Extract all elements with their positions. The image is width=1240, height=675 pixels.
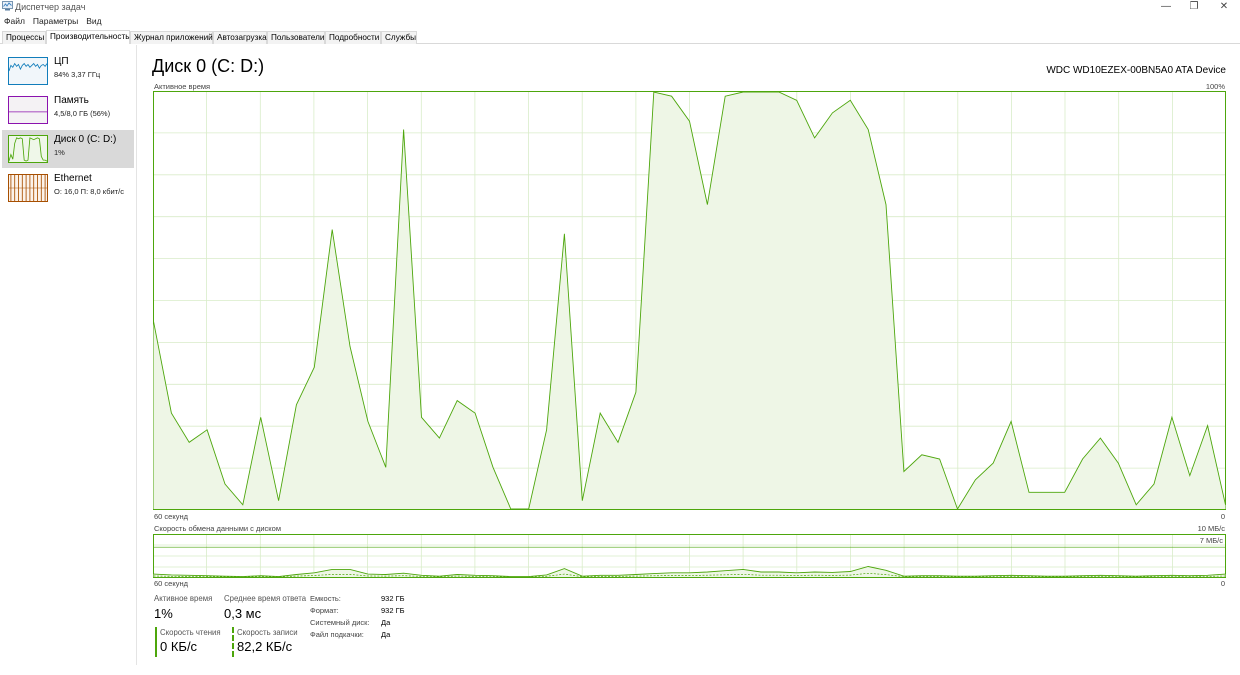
system-disk-value: Да <box>381 618 391 627</box>
title-bar: Диспетчер задач — ❐ ✕ <box>0 0 1240 14</box>
active-time-chart <box>153 91 1226 510</box>
write-speed-label: Скорость записи <box>237 628 298 637</box>
active-time-min-label: 0 <box>1220 512 1225 521</box>
resource-cpu[interactable]: ЦП 84% 3,37 ГГц <box>2 52 134 90</box>
cpu-thumbnail-graph <box>8 57 48 85</box>
menu-bar: Файл Параметры Вид <box>0 15 106 28</box>
write-speed-block: Скорость записи 82,2 КБ/с <box>232 627 306 657</box>
tab-services[interactable]: Службы <box>381 31 417 44</box>
page-file-value: Да <box>381 630 391 639</box>
read-speed-value: 0 КБ/с <box>160 639 198 654</box>
ethernet-thumbnail-graph <box>8 174 48 202</box>
resource-disk-0[interactable]: Диск 0 (C: D:) 1% <box>2 130 134 168</box>
device-name: WDC WD10EZEX-00BN5A0 ATA Device <box>1046 65 1226 76</box>
system-disk-key: Системный диск: <box>310 618 370 627</box>
read-speed-block: Скорость чтения 0 КБ/с <box>155 627 225 657</box>
response-time-stat-value: 0,3 мс <box>224 606 262 621</box>
transfer-max-label: 10 МБ/с <box>1197 524 1225 533</box>
transfer-chart-label: Скорость обмена данными с диском <box>154 524 281 533</box>
page-file-key: Файл подкачки: <box>310 630 364 639</box>
active-time-stat-value: 1% <box>154 606 173 621</box>
maximize-button[interactable]: ❐ <box>1180 0 1208 14</box>
capacity-value: 932 ГБ <box>381 594 405 603</box>
transfer-sub-label: 7 МБ/с <box>1199 536 1223 545</box>
resource-name: Диск 0 (C: D:) <box>54 134 117 145</box>
resource-name: Память <box>54 95 89 106</box>
thumbnail-area <box>9 63 47 84</box>
active-time-xaxis-label: 60 секунд <box>154 512 188 521</box>
menu-file[interactable]: Файл <box>0 15 29 28</box>
tab-app-history[interactable]: Журнал приложений <box>130 31 213 44</box>
disk-thumbnail-graph <box>8 135 48 163</box>
resource-list: ЦП 84% 3,37 ГГц Память 4,5/8,0 ГБ (56%) … <box>0 45 137 665</box>
resource-ethernet[interactable]: Ethernet О: 16,0 П: 8,0 кбит/с <box>2 169 134 207</box>
minimize-button[interactable]: — <box>1152 0 1180 14</box>
tab-processes[interactable]: Процессы <box>2 31 46 44</box>
thumbnail-area <box>9 111 47 123</box>
resource-memory[interactable]: Память 4,5/8,0 ГБ (56%) <box>2 91 134 129</box>
menu-view[interactable]: Вид <box>82 15 105 28</box>
tab-details[interactable]: Подробности <box>325 31 381 44</box>
menu-options[interactable]: Параметры <box>29 15 82 28</box>
memory-thumbnail-graph <box>8 96 48 124</box>
format-key: Формат: <box>310 606 339 615</box>
close-button[interactable]: ✕ <box>1210 0 1238 14</box>
format-value: 932 ГБ <box>381 606 405 615</box>
resource-name: ЦП <box>54 56 69 67</box>
resource-detail: 84% 3,37 ГГц <box>54 70 101 79</box>
resource-detail: 4,5/8,0 ГБ (56%) <box>54 109 111 118</box>
tab-users[interactable]: Пользователи <box>267 31 325 44</box>
active-time-max-label: 100% <box>1205 82 1225 91</box>
response-time-stat-label: Среднее время ответа <box>224 594 307 603</box>
read-speed-label: Скорость чтения <box>160 628 221 637</box>
resource-name: Ethernet <box>54 173 92 184</box>
transfer-xaxis-label: 60 секунд <box>154 579 188 588</box>
page-title: Диск 0 (C: D:) <box>152 56 265 76</box>
task-manager-icon <box>2 1 13 11</box>
resource-detail: О: 16,0 П: 8,0 кбит/с <box>54 187 124 196</box>
resource-detail: 1% <box>54 148 65 157</box>
window-title: Диспетчер задач <box>15 2 86 12</box>
tab-performance[interactable]: Производительность <box>46 30 130 44</box>
tab-startup[interactable]: Автозагрузка <box>213 31 267 44</box>
capacity-key: Емкость: <box>310 594 341 603</box>
active-time-stat-label: Активное время <box>154 594 213 603</box>
active-time-chart-label: Активное время <box>154 82 211 91</box>
transfer-min-label: 0 <box>1220 579 1225 588</box>
write-speed-value: 82,2 КБ/с <box>237 639 293 654</box>
transfer-rate-chart <box>153 534 1226 578</box>
tab-bar: Процессы Производительность Журнал прило… <box>0 30 1240 44</box>
